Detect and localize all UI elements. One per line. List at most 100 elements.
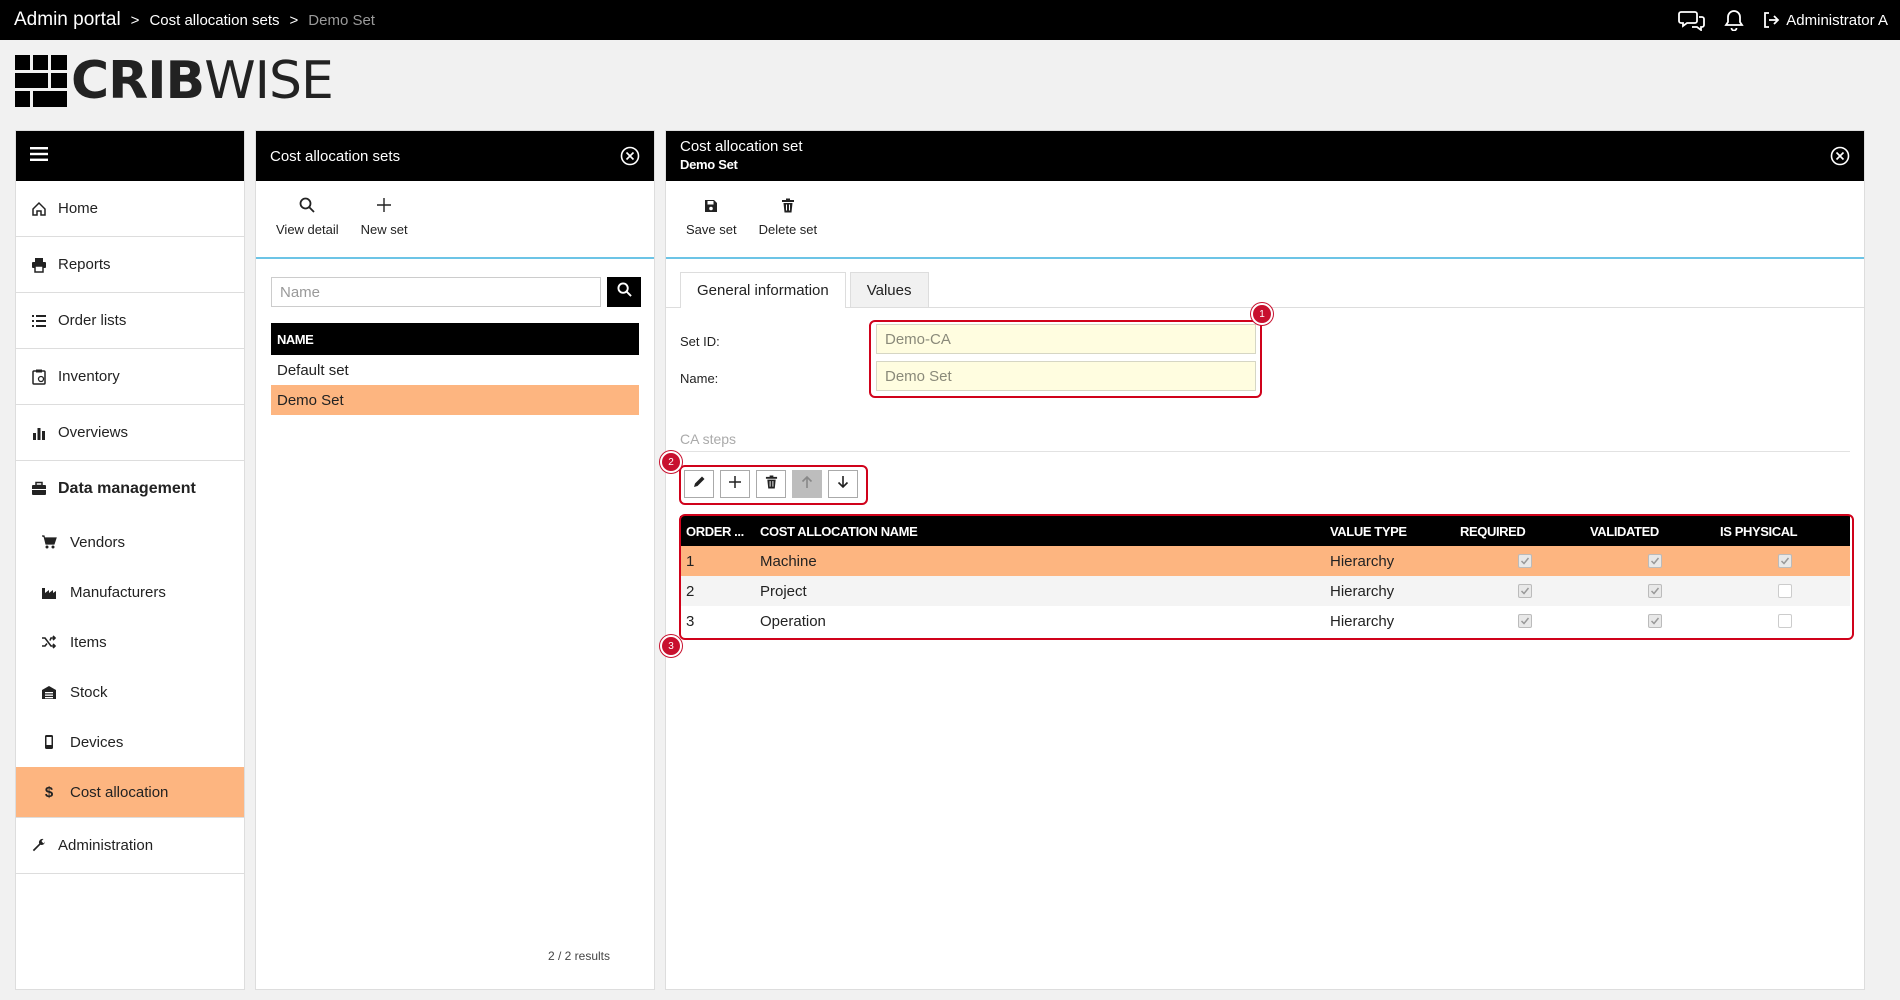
- sidebar-item-label: Home: [58, 200, 99, 217]
- save-set-button[interactable]: Save set: [686, 199, 737, 237]
- annotation-marker-3: 3: [660, 635, 682, 657]
- detail-panel-title: Cost allocation set: [680, 138, 803, 155]
- close-icon[interactable]: [620, 146, 640, 166]
- section-divider: [680, 451, 1850, 452]
- list-column-header[interactable]: NAME: [271, 323, 639, 355]
- set-id-row: Set ID:: [680, 334, 720, 349]
- sidebar-item-label: Stock: [70, 683, 108, 701]
- sidebar-item-label: Items: [70, 633, 107, 651]
- save-set-label: Save set: [686, 222, 737, 237]
- sidebar-item-items[interactable]: Items: [16, 617, 244, 667]
- results-count: 2 / 2 results: [547, 949, 610, 963]
- factory-icon: [40, 583, 58, 601]
- annotation-box-3: [679, 514, 1854, 640]
- data-management-group: Data management Vendors Manufacturers It…: [16, 461, 244, 818]
- search-button[interactable]: [607, 277, 641, 307]
- logo-light: WISE: [204, 51, 334, 111]
- sidebar-item-overviews[interactable]: Overviews: [16, 405, 244, 461]
- list-panel-header: Cost allocation sets: [256, 131, 654, 181]
- new-set-label: New set: [360, 222, 408, 237]
- annotation-box-1: [869, 320, 1262, 398]
- annotation-box-2: [679, 465, 868, 505]
- search-input[interactable]: [271, 277, 601, 307]
- tab-values[interactable]: Values: [849, 272, 929, 307]
- set-id-label: Set ID:: [680, 334, 720, 349]
- briefcase-icon: [30, 480, 48, 498]
- sidebar-item-label: Reports: [58, 256, 111, 273]
- breadcrumb-separator: >: [289, 11, 299, 29]
- breadcrumb-admin-portal[interactable]: Admin portal: [14, 9, 121, 31]
- sidebar-item-label: Overviews: [58, 424, 129, 441]
- sidebar: Home Reports Order lists Inventory Overv…: [15, 130, 245, 990]
- name-label: Name:: [680, 371, 719, 386]
- sidebar-item-inventory[interactable]: Inventory: [16, 349, 244, 405]
- sidebar-item-manufacturers[interactable]: Manufacturers: [16, 567, 244, 617]
- save-icon: [704, 199, 718, 222]
- logo-mark-icon: [15, 55, 67, 107]
- delete-set-button[interactable]: Delete set: [758, 198, 818, 237]
- clipboard-icon: [30, 368, 48, 386]
- shuffle-icon: [40, 633, 58, 651]
- sidebar-item-label: Data management: [58, 480, 196, 497]
- tab-general-information[interactable]: General information: [680, 272, 846, 308]
- annotation-marker-2: 2: [660, 451, 682, 473]
- close-icon[interactable]: [1830, 146, 1850, 166]
- sidebar-item-label: Cost allocation: [70, 783, 169, 801]
- detail-panel-header: Cost allocation set Demo Set: [666, 131, 1864, 181]
- sidebar-item-devices[interactable]: Devices: [16, 717, 244, 767]
- sidebar-item-label: Administration: [58, 837, 154, 854]
- cribwise-logo: CRIBWISE: [15, 55, 334, 107]
- home-icon: [30, 200, 48, 218]
- hamburger-menu-icon[interactable]: [30, 146, 48, 167]
- logout-icon[interactable]: [1762, 11, 1780, 29]
- cart-icon: [40, 533, 58, 551]
- breadcrumb-cost-allocation-sets[interactable]: Cost allocation sets: [149, 12, 279, 29]
- logo-bold: CRIB: [71, 51, 205, 111]
- list-toolbar: View detail New set: [256, 181, 654, 259]
- view-detail-label: View detail: [276, 222, 339, 237]
- sidebar-item-label: Devices: [70, 733, 124, 751]
- user-menu[interactable]: Administrator A: [1762, 11, 1888, 29]
- new-set-button[interactable]: New set: [361, 197, 408, 237]
- sidebar-item-stock[interactable]: Stock: [16, 667, 244, 717]
- list-item[interactable]: Demo Set: [271, 385, 639, 415]
- sidebar-item-order-lists[interactable]: Order lists: [16, 293, 244, 349]
- trash-icon: [781, 198, 795, 222]
- search-row: [271, 277, 654, 307]
- name-row: Name:: [680, 371, 718, 386]
- sidebar-item-label: Manufacturers: [70, 583, 166, 601]
- list-item[interactable]: Default set: [271, 355, 639, 385]
- bar-chart-icon: [30, 424, 48, 442]
- list-icon: [30, 312, 48, 330]
- bell-icon[interactable]: [1724, 9, 1744, 31]
- sidebar-item-data-management[interactable]: Data management: [16, 461, 244, 517]
- detail-panel-subtitle: Demo Set: [680, 157, 738, 172]
- top-bar: Admin portal > Cost allocation sets > De…: [0, 0, 1900, 40]
- user-name: Administrator A: [1786, 11, 1888, 29]
- breadcrumb-current: Demo Set: [308, 11, 375, 29]
- printer-icon: [30, 256, 48, 274]
- search-icon: [616, 282, 632, 302]
- cost-allocation-sets-panel: Cost allocation sets View detail New set…: [255, 130, 655, 990]
- sidebar-item-administration[interactable]: Administration: [16, 818, 244, 874]
- view-detail-button[interactable]: View detail: [276, 197, 339, 237]
- chat-icon[interactable]: [1678, 9, 1706, 31]
- list-panel-title: Cost allocation sets: [270, 147, 401, 165]
- sidebar-header: [16, 131, 244, 181]
- sidebar-item-home[interactable]: Home: [16, 181, 244, 237]
- breadcrumb-separator: >: [130, 11, 140, 29]
- breadcrumb: Admin portal > Cost allocation sets > De…: [0, 9, 375, 31]
- dollar-icon: $: [44, 783, 54, 801]
- annotation-marker-1: 1: [1251, 303, 1273, 325]
- sidebar-item-vendors[interactable]: Vendors: [16, 517, 244, 567]
- sidebar-item-reports[interactable]: Reports: [16, 237, 244, 293]
- sidebar-item-label: Vendors: [70, 533, 126, 551]
- mobile-icon: [40, 733, 58, 751]
- sidebar-item-label: Inventory: [58, 368, 120, 385]
- sidebar-item-cost-allocation[interactable]: $ Cost allocation: [16, 767, 244, 817]
- wrench-icon: [30, 837, 48, 855]
- cost-allocation-set-panel: Cost allocation set Demo Set Save set De…: [660, 130, 1865, 990]
- delete-set-label: Delete set: [758, 222, 818, 237]
- search-icon: [299, 197, 315, 222]
- sidebar-item-label: Order lists: [58, 312, 127, 329]
